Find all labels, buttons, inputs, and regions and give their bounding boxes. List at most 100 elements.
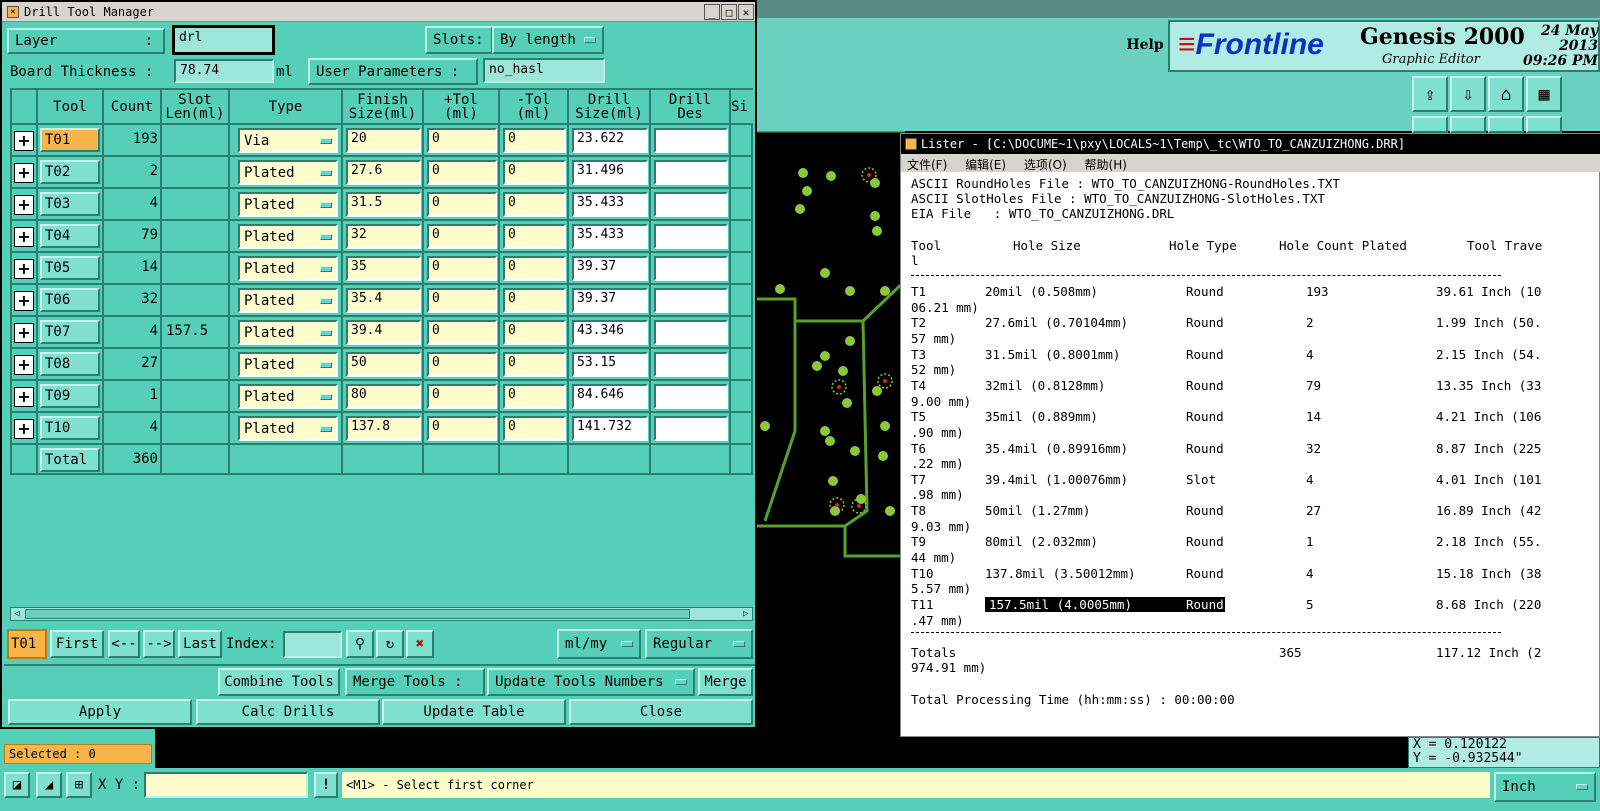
minus-tol-input[interactable]: 0	[503, 128, 566, 153]
type-dropdown[interactable]: Plated	[238, 320, 338, 345]
minus-tol-input[interactable]: 0	[503, 416, 566, 441]
drill-size-input[interactable]: 141.732	[572, 416, 648, 441]
expand-icon[interactable]: +	[14, 227, 34, 247]
drill-size-input[interactable]: 35.433	[572, 224, 648, 249]
calc-drills-button[interactable]: Calc Drills	[196, 699, 380, 725]
expand-icon[interactable]: +	[14, 323, 34, 343]
tool-button[interactable]: T06	[40, 288, 100, 312]
plus-tol-input[interactable]: 0	[427, 160, 497, 185]
tool-button[interactable]: T10	[40, 416, 100, 440]
scroll-right-icon[interactable]: ▷	[740, 608, 752, 620]
expand-icon[interactable]: +	[14, 163, 34, 183]
last-button[interactable]: Last	[178, 630, 222, 658]
finish-size-input[interactable]: 27.6	[346, 160, 421, 185]
type-dropdown[interactable]: Plated	[238, 256, 338, 281]
type-dropdown[interactable]: Plated	[238, 192, 338, 217]
board-thickness-input[interactable]: 78.74	[174, 59, 274, 83]
menu-options[interactable]: 选项(O)	[1024, 158, 1067, 172]
tool-button[interactable]: T01	[40, 128, 100, 152]
expand-icon[interactable]: +	[14, 355, 34, 375]
user-parameters-input[interactable]: no_hasl	[483, 58, 605, 83]
finish-size-input[interactable]: 32	[346, 224, 421, 249]
plus-tol-input[interactable]: 0	[427, 352, 497, 377]
help-menu[interactable]: Help	[1120, 30, 1170, 60]
type-dropdown[interactable]: Plated	[238, 352, 338, 377]
drill-des-input[interactable]	[654, 128, 728, 153]
tool-icon-3[interactable]	[1488, 116, 1524, 133]
drill-des-input[interactable]	[654, 320, 728, 345]
plus-tol-input[interactable]: 0	[427, 256, 497, 281]
search-icon[interactable]: ⚲	[346, 630, 374, 658]
tool-button[interactable]: T07	[40, 320, 100, 344]
plus-tol-input[interactable]: 0	[427, 128, 497, 153]
tool-icon-4[interactable]	[1526, 116, 1562, 133]
apply-button[interactable]: Apply	[8, 699, 192, 725]
window-menu-icon[interactable]: ✕	[7, 6, 19, 18]
finish-size-input[interactable]: 80	[346, 384, 421, 409]
expand-icon[interactable]: +	[14, 291, 34, 311]
drill-des-input[interactable]	[654, 256, 728, 281]
mode-dropdown[interactable]: Regular	[645, 629, 753, 659]
finish-size-input[interactable]: 31.5	[346, 192, 421, 217]
grid-snap-icon[interactable]: ⊞	[66, 772, 92, 798]
drill-des-input[interactable]	[654, 224, 728, 249]
drill-size-input[interactable]: 43.346	[572, 320, 648, 345]
expand-icon[interactable]: +	[14, 195, 34, 215]
minus-tol-input[interactable]: 0	[503, 352, 566, 377]
type-dropdown[interactable]: Plated	[238, 288, 338, 313]
type-dropdown[interactable]: Plated	[238, 416, 338, 441]
drill-des-input[interactable]	[654, 384, 728, 409]
plus-tol-input[interactable]: 0	[427, 192, 497, 217]
slots-dropdown[interactable]: By length	[492, 26, 604, 54]
type-dropdown[interactable]: Plated	[238, 160, 338, 185]
refresh-icon[interactable]: ↻	[376, 630, 404, 658]
finish-size-input[interactable]: 39.4	[346, 320, 421, 345]
minus-tol-input[interactable]: 0	[503, 160, 566, 185]
minus-tol-input[interactable]: 0	[503, 288, 566, 313]
lister-window-icon[interactable]	[905, 138, 917, 150]
units-dropdown[interactable]: ml/my	[557, 629, 641, 659]
horizontal-scrollbar[interactable]: ◁ ▷	[10, 607, 753, 621]
drill-size-input[interactable]: 23.622	[572, 128, 648, 153]
download-icon[interactable]: ⇩	[1450, 76, 1486, 112]
finish-size-input[interactable]: 137.8	[346, 416, 421, 441]
scroll-left-icon[interactable]: ◁	[11, 608, 23, 620]
drill-size-input[interactable]: 31.496	[572, 160, 648, 185]
plus-tol-input[interactable]: 0	[427, 224, 497, 249]
plus-tol-input[interactable]: 0	[427, 416, 497, 441]
drill-des-input[interactable]	[654, 288, 728, 313]
update-table-button[interactable]: Update Table	[382, 699, 566, 725]
maximize-icon[interactable]: □	[721, 4, 737, 20]
tool-icon-2[interactable]	[1450, 116, 1486, 133]
drill-size-input[interactable]: 53.15	[572, 352, 648, 377]
combine-tools-button[interactable]: Combine Tools	[218, 668, 340, 696]
expand-icon[interactable]: +	[14, 259, 34, 279]
close-button[interactable]: Close	[569, 699, 753, 725]
plus-tol-input[interactable]: 0	[427, 288, 497, 313]
index-input[interactable]	[283, 631, 342, 658]
drill-des-input[interactable]	[654, 160, 728, 185]
tool-button[interactable]: T04	[40, 224, 100, 248]
finish-size-input[interactable]: 20	[346, 128, 421, 153]
measure-icon[interactable]: ◢	[36, 772, 62, 798]
merge-button[interactable]: Merge	[698, 668, 753, 696]
plus-tol-input[interactable]: 0	[427, 320, 497, 345]
drill-des-input[interactable]	[654, 192, 728, 217]
scroll-thumb[interactable]	[25, 609, 690, 619]
type-dropdown[interactable]: Via	[238, 128, 338, 153]
minus-tol-input[interactable]: 0	[503, 320, 566, 345]
drill-size-input[interactable]: 39.37	[572, 288, 648, 313]
drill-des-input[interactable]	[654, 416, 728, 441]
menu-file[interactable]: 文件(F)	[907, 158, 947, 172]
drill-size-input[interactable]: 35.433	[572, 192, 648, 217]
expand-icon[interactable]: +	[14, 387, 34, 407]
finish-size-input[interactable]: 35	[346, 256, 421, 281]
tool-button[interactable]: T08	[40, 352, 100, 376]
upload-icon[interactable]: ⇪	[1412, 76, 1448, 112]
layer-input[interactable]: drl	[172, 25, 275, 55]
drill-des-input[interactable]	[654, 352, 728, 377]
menu-help[interactable]: 帮助(H)	[1085, 158, 1127, 172]
tool-button[interactable]: T05	[40, 256, 100, 280]
expand-icon[interactable]: +	[14, 131, 34, 151]
units-selector[interactable]: Inch	[1494, 772, 1596, 802]
